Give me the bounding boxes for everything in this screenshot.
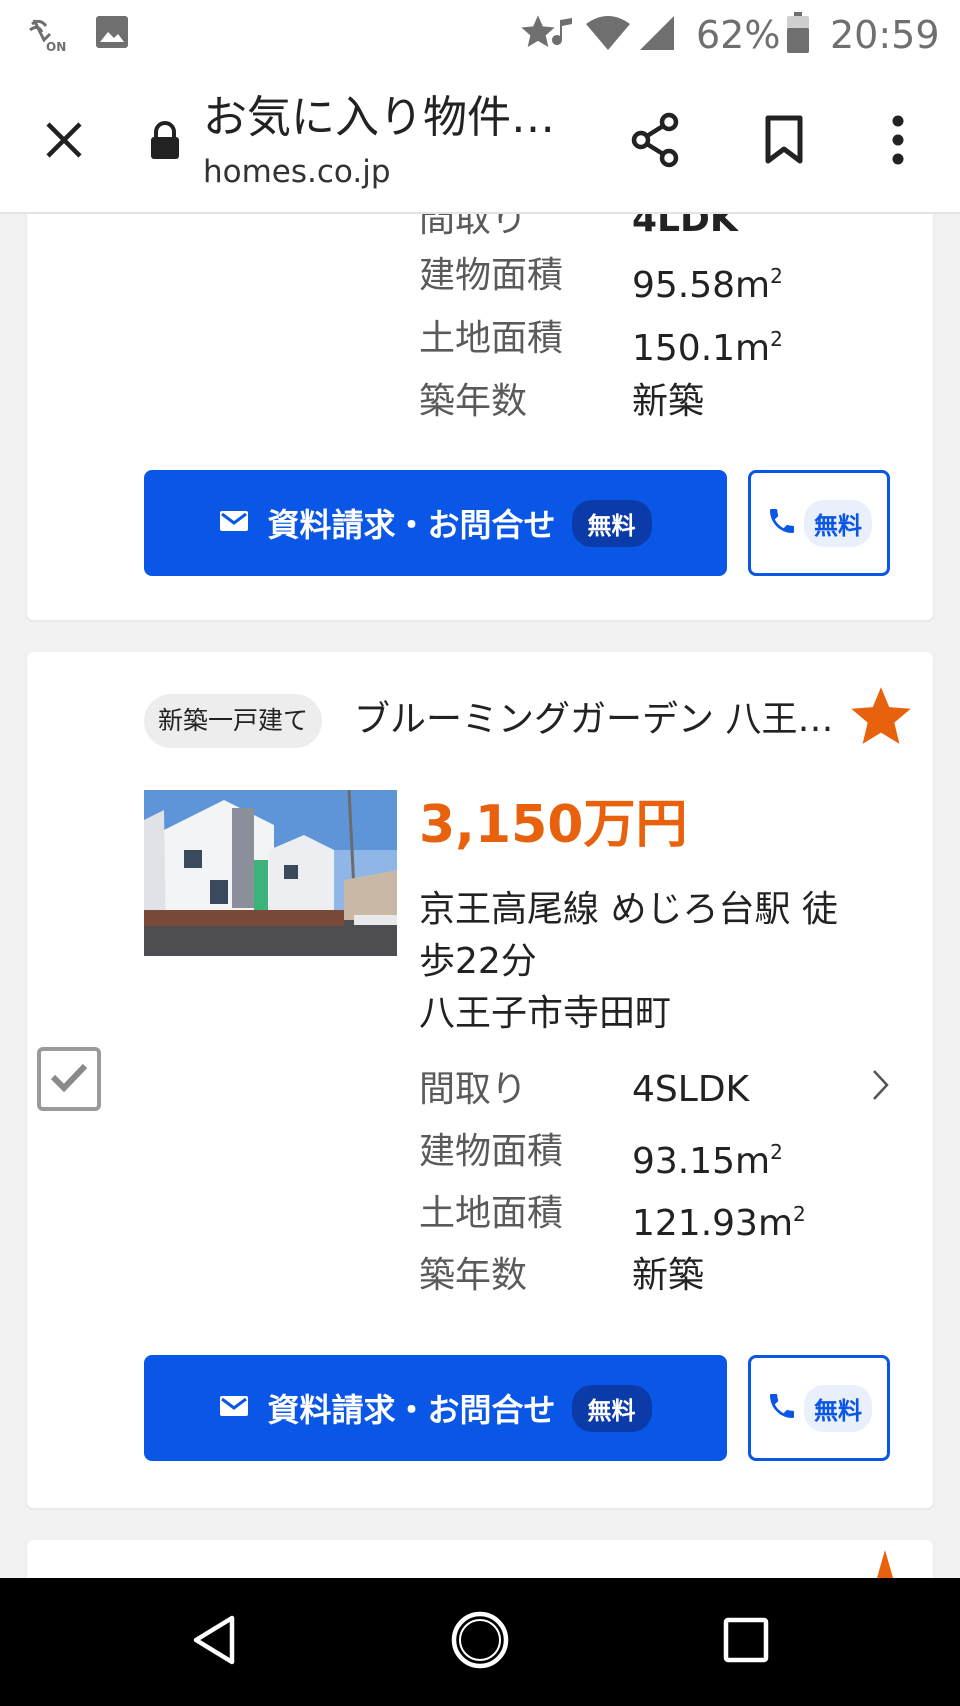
listing-card: 間取り 4LDK 建物面積 95.58m2 土地面積 150.1m2 築年数 新… xyxy=(27,214,933,620)
spec-label: 間取り xyxy=(419,214,528,240)
battery-icon xyxy=(786,12,810,58)
free-badge: 無料 xyxy=(571,499,652,547)
clock: 20:59 xyxy=(830,13,940,57)
checkmark-icon xyxy=(49,1061,89,1097)
property-type-tag: 新築一戸建て xyxy=(144,694,323,748)
phone-icon xyxy=(766,505,798,541)
listing-card[interactable]: 新築一戸建て ブルーミングガーデン 八王子市寺田町 xyxy=(27,652,933,1508)
recents-icon xyxy=(722,1616,770,1668)
spec-label: 建物面積 xyxy=(419,255,564,296)
listing-card[interactable] xyxy=(27,1540,933,1578)
close-button[interactable] xyxy=(28,106,100,178)
spec-label: 建物面積 xyxy=(419,1131,564,1172)
favorite-button[interactable] xyxy=(847,684,915,754)
share-icon xyxy=(629,112,681,172)
spec-value: 121.93m2 xyxy=(632,1202,806,1244)
spec-value: 95.58m2 xyxy=(632,264,783,306)
inquiry-button-label: 資料請求・お問合せ xyxy=(267,1391,556,1429)
page-domain: homes.co.jp xyxy=(203,154,391,190)
spec-label: 土地面積 xyxy=(419,318,564,359)
free-badge: 無料 xyxy=(804,1384,872,1432)
back-button[interactable] xyxy=(174,1602,254,1682)
spec-label: 土地面積 xyxy=(419,1193,564,1234)
spec-value: 新築 xyxy=(632,1255,705,1296)
battery-percent: 62% xyxy=(696,13,781,57)
home-icon xyxy=(450,1610,510,1674)
phone-button[interactable]: 無料 xyxy=(748,1355,890,1461)
nfc-on-icon: ON xyxy=(26,14,70,58)
recents-button[interactable] xyxy=(706,1602,786,1682)
spec-label: 間取り xyxy=(419,1069,528,1110)
spec-value: 93.15m2 xyxy=(632,1140,783,1182)
mail-icon xyxy=(219,1395,249,1421)
status-bar: ON 62% 20:59 xyxy=(0,0,960,70)
property-price: 3,150万円 xyxy=(419,795,688,855)
inquiry-button-label: 資料請求・お問合せ xyxy=(267,506,556,544)
system-nav-bar xyxy=(0,1578,960,1706)
star-filled-icon[interactable] xyxy=(865,1548,905,1578)
chevron-right-icon[interactable] xyxy=(871,1068,891,1106)
image-icon xyxy=(94,14,130,54)
spec-value: 4SLDK xyxy=(632,1069,750,1110)
back-icon xyxy=(190,1614,238,1670)
star-filled-icon xyxy=(847,687,915,754)
page-title: お気に入り物件一覧 xyxy=(203,92,563,143)
inquiry-button[interactable]: 資料請求・お問合せ 無料 xyxy=(144,1355,727,1461)
property-address: 八王子市寺田町 xyxy=(419,993,672,1034)
property-name[interactable]: ブルーミングガーデン 八王子市寺田町 xyxy=(354,692,834,748)
home-button[interactable] xyxy=(440,1602,520,1682)
station-access: 京王高尾線 めじろ台駅 徒歩22分 xyxy=(419,889,838,982)
compare-checkbox[interactable] xyxy=(37,1047,101,1111)
lock-icon xyxy=(148,120,182,164)
property-photo[interactable] xyxy=(144,790,397,956)
browser-toolbar: お気に入り物件一覧 homes.co.jp xyxy=(0,70,960,214)
spec-value: 新築 xyxy=(632,381,705,422)
spec-label: 築年数 xyxy=(419,381,528,422)
mail-icon xyxy=(219,510,249,536)
phone-button[interactable]: 無料 xyxy=(748,470,890,576)
bookmark-button[interactable] xyxy=(748,106,820,178)
free-badge: 無料 xyxy=(571,1384,652,1432)
more-vert-icon xyxy=(890,115,906,169)
spec-label: 築年数 xyxy=(419,1255,528,1296)
phone-icon xyxy=(766,1390,798,1426)
more-options-button[interactable] xyxy=(862,106,934,178)
svg-text:ON: ON xyxy=(46,40,66,54)
wifi-icon xyxy=(584,14,632,56)
music-note-icon xyxy=(552,16,574,52)
bookmark-icon xyxy=(764,115,804,169)
spec-value: 4LDK xyxy=(632,214,738,240)
spec-value: 150.1m2 xyxy=(632,327,783,369)
signal-icon xyxy=(638,14,676,56)
inquiry-button[interactable]: 資料請求・お問合せ 無料 xyxy=(144,470,727,576)
free-badge: 無料 xyxy=(804,499,872,547)
favorites-list[interactable]: 間取り 4LDK 建物面積 95.58m2 土地面積 150.1m2 築年数 新… xyxy=(0,214,960,1578)
close-icon xyxy=(44,120,84,164)
share-button[interactable] xyxy=(619,106,691,178)
